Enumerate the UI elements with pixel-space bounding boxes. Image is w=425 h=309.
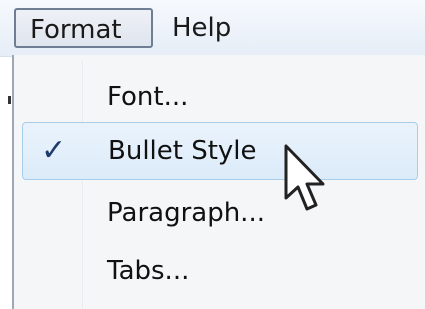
menu-item-label: Bullet Style: [108, 136, 257, 166]
mouse-pointer-icon: [284, 144, 325, 211]
check-icon: ✓: [41, 133, 67, 168]
window-edge-mark: [8, 96, 11, 104]
menu-item-tabs[interactable]: Tabs...: [22, 242, 418, 300]
menu-item-label: Font...: [107, 82, 189, 112]
app-window: Format Help Font... ✓ Bullet Style Parag…: [0, 0, 425, 309]
menu-bar: Format Help: [0, 0, 425, 57]
menu-help[interactable]: Help: [160, 8, 231, 48]
menu-item-bullet-style[interactable]: ✓ Bullet Style: [22, 122, 418, 180]
menu-item-label: Paragraph...: [107, 198, 265, 228]
menu-item-paragraph[interactable]: Paragraph...: [22, 184, 418, 242]
menu-format[interactable]: Format: [14, 8, 153, 48]
menu-item-label: Tabs...: [107, 256, 190, 286]
menu-item-font[interactable]: Font...: [22, 68, 418, 126]
